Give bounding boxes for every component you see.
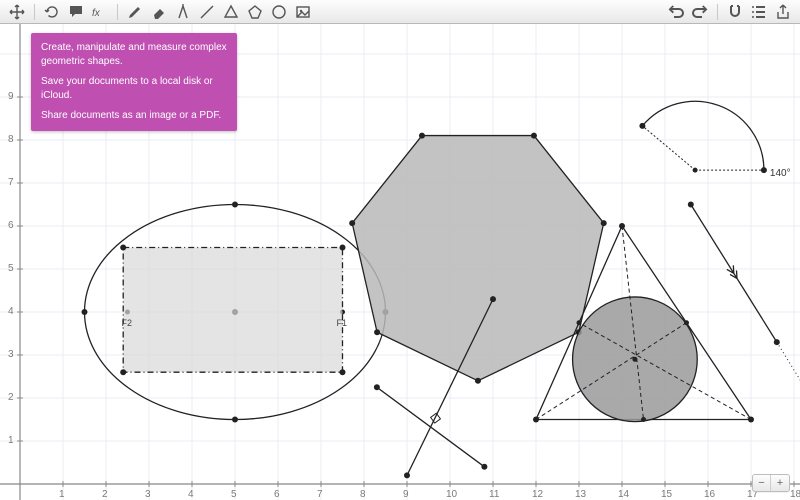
x-axis-label: 7 [317,489,323,500]
list-button[interactable] [748,2,770,22]
x-axis-label: 10 [446,489,457,500]
y-axis-label: 4 [8,306,14,317]
x-axis-label: 13 [575,489,586,500]
y-axis-label: 7 [8,177,14,188]
line-tool[interactable] [196,2,218,22]
toolbar: fx [0,0,800,24]
x-axis-label: 11 [489,489,499,500]
x-axis-label: 16 [704,489,715,500]
redo-button[interactable] [689,2,711,22]
x-axis-label: 12 [532,489,543,500]
info-line-2: Save your documents to a local disk or i… [41,75,227,103]
separator [117,4,118,20]
x-axis-label: 5 [231,489,237,500]
share-button[interactable] [772,2,794,22]
compass-tool[interactable] [172,2,194,22]
x-axis-label: 8 [360,489,366,500]
x-axis-label: 18 [790,489,800,500]
svg-text:fx: fx [92,8,101,19]
x-axis-label: 3 [145,489,151,500]
refresh-tool[interactable] [41,2,63,22]
move-tool[interactable] [6,2,28,22]
y-axis-label: 2 [8,392,14,403]
y-axis-label: 8 [8,134,14,145]
y-axis-label: 1 [8,435,14,446]
info-callout: Create, manipulate and measure complex g… [31,33,237,131]
y-axis-label: 3 [8,349,14,360]
function-tool[interactable]: fx [89,2,111,22]
separator [34,4,35,20]
zoom-in-button[interactable]: + [771,475,789,491]
zoom-control: − + [752,474,790,492]
x-axis-label: 4 [188,489,194,500]
canvas[interactable]: Create, manipulate and measure complex g… [0,24,800,500]
pencil-tool[interactable] [124,2,146,22]
info-line-1: Create, manipulate and measure complex g… [41,41,227,69]
x-axis-label: 15 [661,489,672,500]
focus-label-f1: F1 [337,318,348,328]
x-axis-label: 6 [274,489,280,500]
polygon-tool[interactable] [244,2,266,22]
zoom-out-button[interactable]: − [753,475,771,491]
x-axis-label: 1 [59,489,65,500]
x-axis-label: 9 [403,489,409,500]
y-axis-label: 9 [8,91,14,102]
angle-label: 140° [770,168,791,179]
eraser-tool[interactable] [148,2,170,22]
snap-button[interactable] [724,2,746,22]
y-axis-label: 5 [8,263,14,274]
separator [717,4,718,20]
y-axis-label: 6 [8,220,14,231]
focus-label-f2: F2 [122,318,133,328]
comment-tool[interactable] [65,2,87,22]
undo-button[interactable] [665,2,687,22]
image-tool[interactable] [292,2,314,22]
triangle-tool[interactable] [220,2,242,22]
x-axis-label: 2 [102,489,108,500]
circle-tool[interactable] [268,2,290,22]
x-axis-label: 14 [618,489,629,500]
info-line-3: Share documents as an image or a PDF. [41,109,227,123]
